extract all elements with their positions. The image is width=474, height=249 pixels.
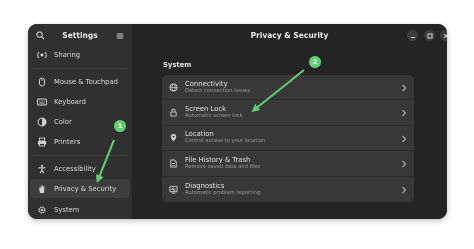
- gear-icon: [36, 204, 48, 216]
- sidebar-divider: [34, 155, 126, 156]
- globe-icon: [167, 81, 179, 93]
- row-diagnostics[interactable]: Diagnostics Automatic problem reporting: [162, 177, 414, 202]
- row-subtitle: Automatic problem reporting: [185, 189, 261, 196]
- annotation-badge-2: 2: [309, 56, 321, 68]
- sidebar-item-keyboard[interactable]: Keyboard: [30, 92, 130, 111]
- file-icon: [167, 157, 179, 169]
- row-title: File History & Trash: [185, 155, 251, 164]
- row-title: Connectivity: [185, 79, 228, 88]
- main-panel: Privacy & Security System Connectivity D…: [132, 24, 447, 219]
- row-subtitle: Automatic screen lock: [185, 113, 243, 120]
- sidebar-item-label: Mouse & Touchpad: [54, 77, 118, 86]
- row-subtitle: Detect connection issues: [185, 87, 251, 94]
- row-connectivity[interactable]: Connectivity Detect connection issues: [162, 75, 414, 101]
- chevron-right-icon: [402, 84, 407, 92]
- diagnostics-icon: [167, 183, 179, 195]
- row-file-history-trash[interactable]: File History & Trash Remove saved data a…: [162, 151, 414, 177]
- sidebar-item-system[interactable]: System: [30, 200, 130, 219]
- sidebar-title: Settings: [62, 31, 98, 40]
- chevron-right-icon: [402, 135, 407, 143]
- color-icon: [36, 116, 48, 128]
- row-title: Diagnostics: [185, 181, 225, 190]
- row-subtitle: Control access to your location: [185, 138, 266, 145]
- sidebar-item-label: Accessibility: [54, 164, 96, 173]
- keyboard-icon: [36, 96, 48, 108]
- sidebar-item-label: Color: [54, 117, 72, 126]
- sidebar-item-mouse-touchpad[interactable]: Mouse & Touchpad: [30, 72, 130, 91]
- maximize-button[interactable]: [424, 30, 435, 41]
- location-pin-icon: [167, 132, 179, 144]
- sharing-icon: [36, 49, 48, 61]
- row-subtitle: Remove saved data and files: [185, 163, 261, 170]
- sidebar-item-label: System: [54, 205, 80, 214]
- minimize-button[interactable]: [407, 30, 418, 41]
- sidebar-header: Settings: [28, 24, 132, 47]
- page-title: Privacy & Security: [250, 31, 329, 40]
- chevron-right-icon: [402, 186, 407, 193]
- settings-list: Connectivity Detect connection issues Sc…: [162, 75, 414, 202]
- annotation-badge-1: 1: [114, 120, 126, 132]
- menu-icon[interactable]: [114, 30, 126, 42]
- sidebar-item-label: Sharing: [54, 50, 81, 59]
- printer-icon: [36, 136, 48, 148]
- chevron-right-icon: [402, 110, 407, 117]
- chevron-right-icon: [402, 160, 407, 168]
- row-location[interactable]: Location Control access to your location: [162, 126, 414, 152]
- mouse-icon: [36, 76, 48, 88]
- row-title: Screen Lock: [185, 105, 227, 114]
- main-header: Privacy & Security: [132, 24, 447, 47]
- lock-icon: [167, 107, 179, 119]
- accessibility-icon: [36, 163, 48, 175]
- sidebar-divider: [34, 68, 126, 69]
- sidebar-item-label: Printers: [54, 137, 81, 146]
- sidebar-item-printers[interactable]: Printers: [30, 132, 130, 151]
- settings-window: Settings Sharing Mouse & Touchpad Keyboa…: [28, 24, 447, 219]
- sidebar-item-label: Privacy & Security: [54, 184, 117, 193]
- hand-icon: [36, 183, 48, 195]
- close-button[interactable]: [440, 30, 447, 41]
- row-screen-lock[interactable]: Screen Lock Automatic screen lock: [162, 100, 414, 126]
- sidebar-item-privacy-security[interactable]: Privacy & Security: [30, 179, 130, 198]
- sidebar-item-label: Keyboard: [54, 97, 86, 106]
- row-title: Location: [185, 130, 214, 139]
- search-icon[interactable]: [34, 30, 46, 42]
- sidebar-item-sharing[interactable]: Sharing: [30, 45, 130, 64]
- section-title: System: [163, 61, 192, 69]
- sidebar-item-accessibility[interactable]: Accessibility: [30, 159, 130, 178]
